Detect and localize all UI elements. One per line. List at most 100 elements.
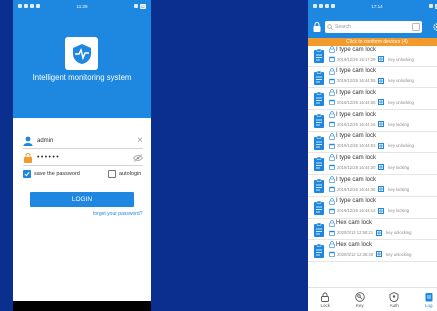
lock-icon [320,292,330,303]
record-title: I type cam lock [336,133,377,140]
record-row[interactable]: I type cam lock 2019/12/26 16:44:36 key lo… [308,175,437,197]
lock-icon[interactable] [313,22,321,32]
tab-key[interactable]: Key [343,288,378,311]
record-row[interactable]: I type cam lock 2019/12/26 16:44:53 key un… [308,132,437,154]
record-meta: 2019/12/26 16:44:55 key unlocking [329,77,414,84]
record-type: key unlocking [388,143,414,149]
username-field[interactable]: admin × [23,133,143,149]
record-time: 2019/12/26 16:44:12 [337,208,376,214]
record-row[interactable]: I type cam lock 2019/12/26 16:44:30 key lo… [308,153,437,176]
password-field[interactable]: •••••• [23,150,143,166]
record-title-line: Hex cam lock [329,219,373,227]
record-document-icon [314,179,324,194]
calendar-icon [329,230,335,236]
search-icon [327,24,333,30]
key-type-icon [378,142,385,149]
calendar-icon [329,56,335,62]
calendar-icon [329,251,335,257]
user-icon [23,136,33,146]
clear-icon[interactable]: × [137,135,143,146]
record-time: 2019/12/26 16:44:36 [337,186,376,192]
eye-hidden-icon[interactable] [133,153,143,162]
record-document-icon [314,244,324,259]
record-meta: 2019/12/26 16:44:30 key locking [329,164,410,171]
record-document-icon [314,222,324,237]
status-time: 11:29 [76,3,88,9]
search-input[interactable]: Search [325,21,422,33]
record-time: 2019/12/26 16:44:53 [337,143,376,149]
record-row[interactable]: I type cam lock 2019/12/26 16:44:12 key lo… [308,197,437,219]
forgot-password-link[interactable]: forget your password? [93,211,142,217]
status-bar: 11:29 82 [13,0,151,12]
autologin-label: autologin [119,171,142,177]
record-meta: 2019/12/26 16:44:16 key locking [329,121,409,128]
record-document-icon [314,200,324,215]
record-title-line: Hex cam lock [329,241,373,249]
record-meta: 2020/3/12 12:35:48 key unlocking [329,251,412,258]
status-time: 17:14 [371,3,383,9]
record-row[interactable]: Hex cam lock 2020/3/12 12:35:48 key unlock… [308,240,437,262]
app-logo [65,37,98,70]
record-title-line: I type cam lock [329,111,376,118]
login-header: 11:29 82 Intelligent monitoring system [13,0,151,118]
record-title: Hex cam lock [336,241,373,248]
record-time: 2019/12/26 16:44:55 [337,78,376,84]
record-type: key unlocking [388,78,414,84]
record-document-icon [314,157,324,172]
save-password-checkbox[interactable]: save the password [23,170,80,178]
record-type: key unlocking [388,99,414,105]
record-title: I type cam lock [336,68,377,75]
record-list: I type cam lock 2019/12/26 16:17:29 key un… [308,45,437,287]
tab-lock[interactable]: Lock [308,288,343,311]
calendar-icon [329,165,335,171]
log-icon [424,292,434,303]
record-time: 2019/12/26 16:17:29 [337,56,376,62]
autologin-checkbox[interactable]: autologin [108,170,141,178]
login-button[interactable]: LOGIN [30,192,134,207]
key-type-icon [378,207,385,214]
record-row[interactable]: I type cam lock 2019/12/26 16:44:55 key un… [308,88,437,111]
record-row[interactable]: I type cam lock 2019/12/26 16:44:55 key un… [308,67,437,89]
padlock-icon [329,241,335,249]
battery-level: 82 [139,3,146,9]
key-type-icon [378,99,385,106]
record-title-line: I type cam lock [329,154,376,162]
padlock-icon [329,154,335,162]
tab-auth[interactable]: Auth [377,288,412,311]
gear-icon[interactable] [432,22,437,32]
record-row[interactable]: I type cam lock 2019/12/26 16:44:16 key lo… [308,110,437,132]
scan-button[interactable] [412,23,420,31]
record-time: 2020/3/12 12:58:21 [337,230,374,235]
record-document-icon [314,49,324,63]
record-time: 2019/12/26 16:44:16 [337,121,376,127]
record-time: 2020/3/12 12:35:48 [337,251,374,257]
record-type: key locking [388,164,410,170]
record-title: Hex cam lock [336,220,373,226]
search-placeholder: Search [335,24,351,30]
records-screen: 17:14 82 Search Click to conform devices… [308,0,437,311]
record-meta: 2019/12/26 16:44:55 key unlocking [329,99,414,106]
key-icon [354,291,365,303]
record-row[interactable]: I type cam lock 2019/12/26 16:17:29 key un… [308,45,437,67]
calendar-icon [329,78,335,84]
record-title-line: I type cam lock [329,89,376,97]
record-document-icon [314,70,324,85]
record-meta: 2020/3/12 12:58:21 key unlocking [329,229,411,236]
bottom-tab-bar: Lock Key Auth Log [308,287,437,311]
system-nav-bar [13,301,151,311]
calendar-icon [329,186,335,192]
record-type: key unlocking [386,251,412,257]
key-type-icon [378,164,385,171]
record-document-icon [314,92,324,107]
save-password-label: save the password [34,171,80,177]
calendar-icon [329,100,335,106]
checkbox-unchecked-icon [108,170,116,178]
record-title: I type cam lock [336,176,377,183]
record-row[interactable]: Hex cam lock 2020/3/12 12:58:21 key unlock… [308,219,437,241]
padlock-icon [329,219,335,227]
padlock-icon [329,46,335,53]
padlock-icon [329,176,335,184]
record-title-line: I type cam lock [329,68,376,75]
tab-log[interactable]: Log [412,288,437,311]
record-title: I type cam lock [336,111,377,118]
